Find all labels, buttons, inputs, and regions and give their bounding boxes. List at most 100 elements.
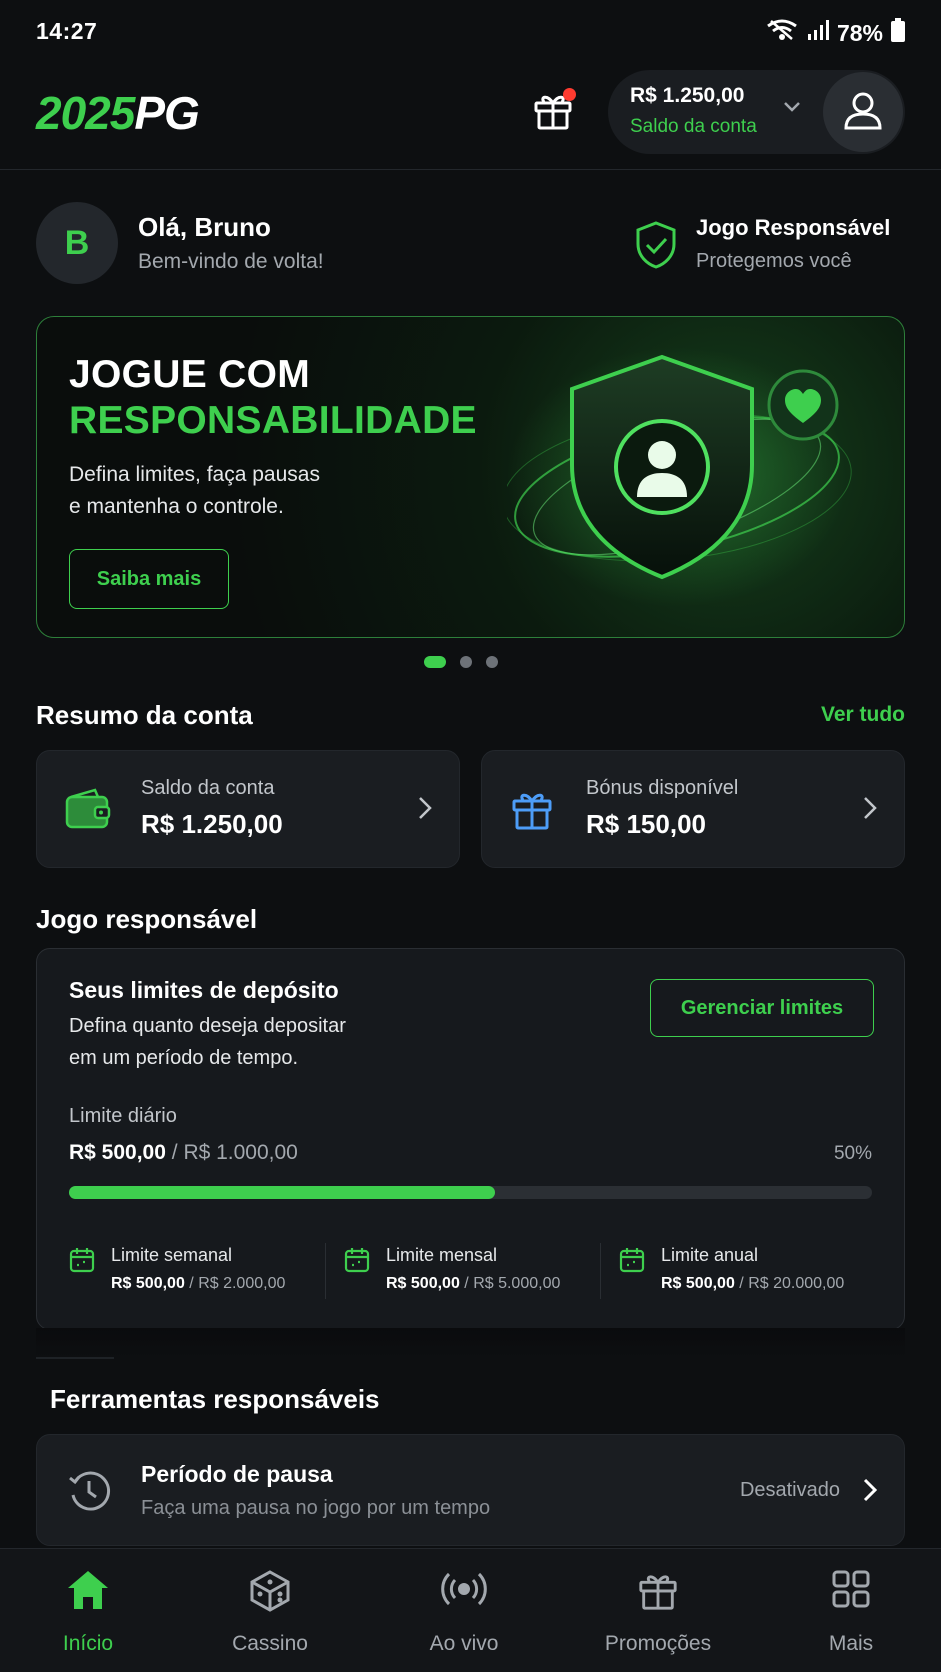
- daily-limit-progress-fill: [69, 1186, 495, 1199]
- weekly-limit-separator: /: [184, 1275, 199, 1292]
- balance-amount: R$ 1.250,00: [630, 84, 745, 107]
- daily-limit-current: R$ 500,00: [69, 1141, 166, 1164]
- shield-user-illustration: [502, 337, 897, 627]
- nav-promotions[interactable]: Promoções: [583, 1549, 733, 1672]
- calendar-icon: [619, 1247, 645, 1278]
- battery-text: 78%: [836, 19, 883, 46]
- nav-label-more: Mais: [828, 1632, 874, 1655]
- tools-title: Ferramentas responsáveis: [50, 1384, 380, 1414]
- greeting-subtitle: Bem-vindo de volta!: [138, 250, 324, 273]
- annual-limit[interactable]: Limite anual R$ 500,00 / R$ 20.000,00: [619, 1245, 879, 1305]
- nav-live[interactable]: Ao vivo: [389, 1549, 539, 1672]
- learn-more-button[interactable]: Saiba mais: [69, 549, 229, 609]
- nav-label-casino: Cassino: [232, 1632, 308, 1655]
- summary-title: Resumo da conta: [36, 700, 253, 730]
- calendar-icon: [344, 1247, 370, 1278]
- bonus-card[interactable]: Bónus disponível R$ 150,00: [481, 750, 905, 868]
- nav-more[interactable]: Mais: [776, 1549, 926, 1672]
- carousel-dot[interactable]: [460, 656, 472, 668]
- app-logo[interactable]: 2025PG: [36, 86, 200, 140]
- divider: [600, 1243, 601, 1299]
- limits-title: Seus limites de depósito: [69, 977, 339, 1003]
- carousel-indicators: [424, 656, 498, 668]
- bonus-card-value: R$ 150,00: [586, 809, 706, 839]
- signal-icon: [807, 19, 829, 47]
- daily-limit-percent: 50%: [833, 1143, 872, 1164]
- home-icon: [66, 1569, 110, 1614]
- annual-limit-max: R$ 20.000,00: [748, 1275, 845, 1292]
- greeting-name: Olá, Bruno: [138, 212, 271, 242]
- responsible-gaming-title[interactable]: Jogo Responsável: [696, 215, 890, 241]
- see-all-link[interactable]: Ver tudo: [821, 703, 905, 727]
- card-shadow: [36, 1328, 905, 1358]
- grid-icon: [831, 1569, 871, 1612]
- bottom-navigation: Início Cassino Ao vivo Promoções Mais: [0, 1548, 941, 1672]
- chevron-down-icon[interactable]: [782, 100, 802, 119]
- annual-limit-current: R$ 500,00: [661, 1275, 735, 1292]
- clock-icon: [67, 1469, 111, 1518]
- logo-text: PG: [134, 87, 199, 139]
- user-avatar[interactable]: B: [36, 202, 118, 284]
- promo-banner[interactable]: JOGUE COM RESPONSABILIDADE Defina limite…: [36, 316, 905, 638]
- status-bar: 14:27 78%: [0, 0, 941, 62]
- monthly-limit-values: R$ 500,00 / R$ 5.000,00: [386, 1275, 560, 1293]
- divider: [325, 1243, 326, 1299]
- monthly-limit-title: Limite mensal: [386, 1245, 498, 1265]
- app-header: 2025PG R$ 1.250,00 Saldo da conta: [0, 62, 941, 170]
- daily-limit-values: R$ 500,00 / R$ 1.000,00: [69, 1141, 298, 1165]
- annual-limit-values: R$ 500,00 / R$ 20.000,00: [661, 1275, 844, 1293]
- gift-icon: [637, 1569, 679, 1614]
- daily-limit-max: R$ 1.000,00: [183, 1141, 298, 1164]
- carousel-dot[interactable]: [424, 656, 446, 668]
- wifi-icon: [765, 18, 799, 48]
- monthly-limit[interactable]: Limite mensal R$ 500,00 / R$ 5.000,00: [344, 1245, 604, 1305]
- calendar-icon: [69, 1247, 95, 1278]
- dice-icon: [248, 1569, 292, 1616]
- scroll-indicator: [36, 1357, 114, 1359]
- daily-limit-separator: /: [165, 1141, 184, 1164]
- nav-label-promotions: Promoções: [604, 1632, 712, 1655]
- shield-check-icon: [634, 220, 678, 275]
- limits-description-line2: em um período de tempo.: [69, 1047, 299, 1069]
- pause-period-row[interactable]: Período de pausa Faça uma pausa no jogo …: [36, 1434, 905, 1546]
- balance-card-value: R$ 1.250,00: [141, 809, 283, 839]
- chevron-right-icon: [862, 1477, 878, 1508]
- weekly-limit-title: Limite semanal: [111, 1245, 233, 1265]
- responsible-title: Jogo responsável: [36, 904, 258, 934]
- responsible-gaming-subtitle: Protegemos você: [696, 250, 852, 272]
- weekly-limit-current: R$ 500,00: [111, 1275, 185, 1292]
- balance-card[interactable]: Saldo da conta R$ 1.250,00: [36, 750, 460, 868]
- gift-icon: [510, 787, 554, 836]
- monthly-limit-current: R$ 500,00: [386, 1275, 460, 1292]
- profile-button[interactable]: [823, 72, 903, 152]
- banner-description-line2: e mantenha o controle.: [69, 495, 284, 518]
- user-icon: [842, 89, 884, 136]
- weekly-limit-max: R$ 2.000,00: [198, 1275, 286, 1292]
- annual-limit-separator: /: [734, 1275, 749, 1292]
- pause-period-subtitle: Faça uma pausa no jogo por um tempo: [141, 1497, 491, 1519]
- rewards-button[interactable]: [528, 86, 578, 136]
- balance-pill[interactable]: R$ 1.250,00 Saldo da conta: [608, 70, 905, 154]
- battery-icon: [891, 18, 905, 48]
- carousel-dot[interactable]: [486, 656, 498, 668]
- banner-title-line1: JOGUE COM: [69, 353, 311, 396]
- deposit-limits-card: Seus limites de depósito Defina quanto d…: [36, 948, 905, 1330]
- nav-home[interactable]: Início: [13, 1549, 163, 1672]
- daily-limit-progress: [69, 1186, 872, 1199]
- pause-period-status: Desativado: [739, 1479, 840, 1501]
- bonus-card-label: Bónus disponível: [586, 777, 739, 799]
- pause-period-title: Período de pausa: [141, 1461, 333, 1487]
- monthly-limit-max: R$ 5.000,00: [473, 1275, 561, 1292]
- chevron-right-icon: [862, 795, 878, 826]
- manage-limits-button[interactable]: Gerenciar limites: [650, 979, 874, 1037]
- weekly-limit[interactable]: Limite semanal R$ 500,00 / R$ 2.000,00: [69, 1245, 329, 1305]
- weekly-limit-values: R$ 500,00 / R$ 2.000,00: [111, 1275, 285, 1293]
- nav-casino[interactable]: Cassino: [195, 1549, 345, 1672]
- status-indicators: 78%: [765, 18, 905, 48]
- chevron-right-icon: [417, 795, 433, 826]
- annual-limit-title: Limite anual: [661, 1245, 759, 1265]
- status-time: 14:27: [36, 18, 98, 44]
- wallet-icon: [65, 787, 111, 836]
- balance-label: Saldo da conta: [630, 116, 757, 137]
- limits-description-line1: Defina quanto deseja depositar: [69, 1015, 346, 1037]
